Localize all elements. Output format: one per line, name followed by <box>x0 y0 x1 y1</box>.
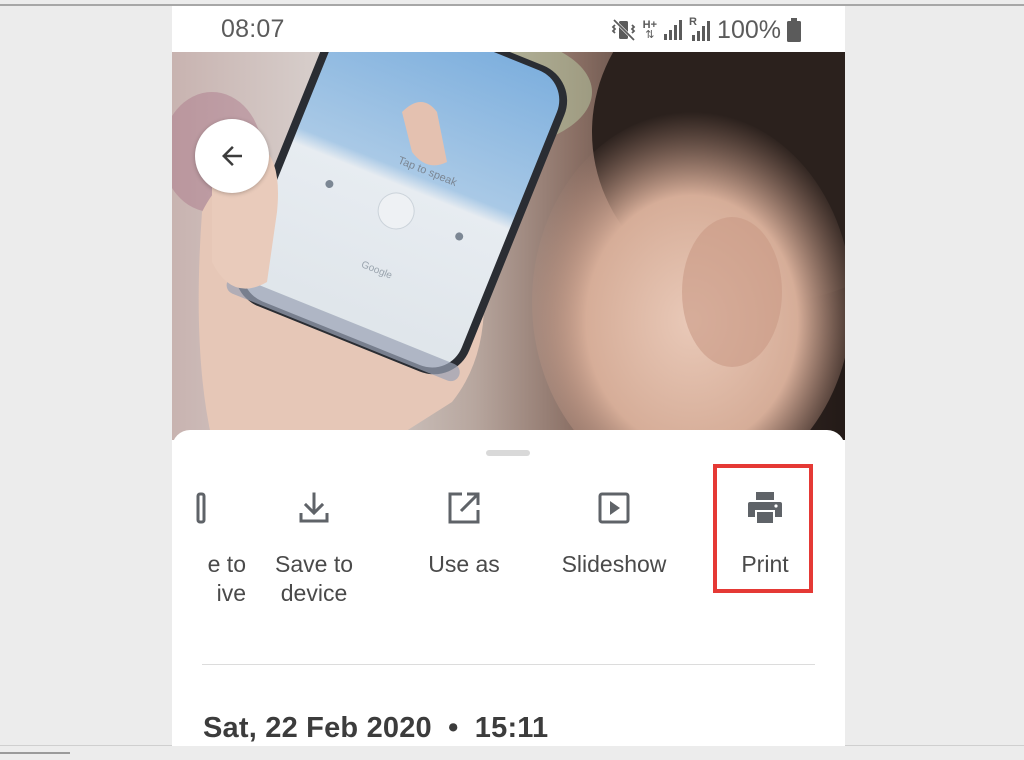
status-time: 08:07 <box>221 15 285 43</box>
phone-screen: 08:07 H+ ⇅ R 100% Tap to speak Google e … <box>172 6 845 746</box>
action-save-to-drive[interactable]: e to ive <box>172 488 246 608</box>
print-highlight-box <box>713 464 813 593</box>
date-separator: • <box>448 712 459 744</box>
sheet-drag-handle[interactable] <box>486 450 530 456</box>
action-use-as[interactable]: Use as <box>404 488 524 579</box>
action-label: Slideshow <box>561 551 667 577</box>
status-icons: H+ ⇅ R 100% <box>611 15 801 45</box>
photo-image: Tap to speak Google <box>172 52 845 440</box>
arrow-back-icon <box>222 146 242 166</box>
slideshow-play-icon <box>598 492 630 524</box>
signal-icon <box>664 20 683 40</box>
vibrate-mute-icon <box>611 18 635 42</box>
action-label: Save to <box>275 551 353 577</box>
status-bar: 08:07 H+ ⇅ R 100% <box>172 6 845 52</box>
divider <box>202 664 815 665</box>
open-external-icon <box>448 492 480 524</box>
action-slideshow[interactable]: Slideshow <box>544 488 684 579</box>
signal-roaming-icon: R <box>689 16 711 42</box>
photo-preview[interactable]: Tap to speak Google <box>172 52 845 440</box>
drive-icon <box>196 492 206 524</box>
battery-full-icon <box>787 18 801 42</box>
window-bottom-tab <box>0 752 70 754</box>
photo-time: 15:11 <box>474 712 549 744</box>
action-label: e to <box>207 551 246 577</box>
photo-date: Sat, 22 Feb 2020 <box>203 712 432 744</box>
action-label: ive <box>216 580 246 606</box>
action-label: device <box>280 580 348 606</box>
back-button[interactable] <box>195 119 269 193</box>
action-label: Use as <box>428 551 500 577</box>
action-save-to-device[interactable]: Save to device <box>254 488 374 608</box>
download-icon <box>299 492 329 523</box>
photo-date-time: Sat, 22 Feb 2020 • 15:11 <box>203 712 548 745</box>
data-arrows-icon: H+ ⇅ <box>642 19 658 41</box>
battery-percent: 100% <box>717 15 781 44</box>
